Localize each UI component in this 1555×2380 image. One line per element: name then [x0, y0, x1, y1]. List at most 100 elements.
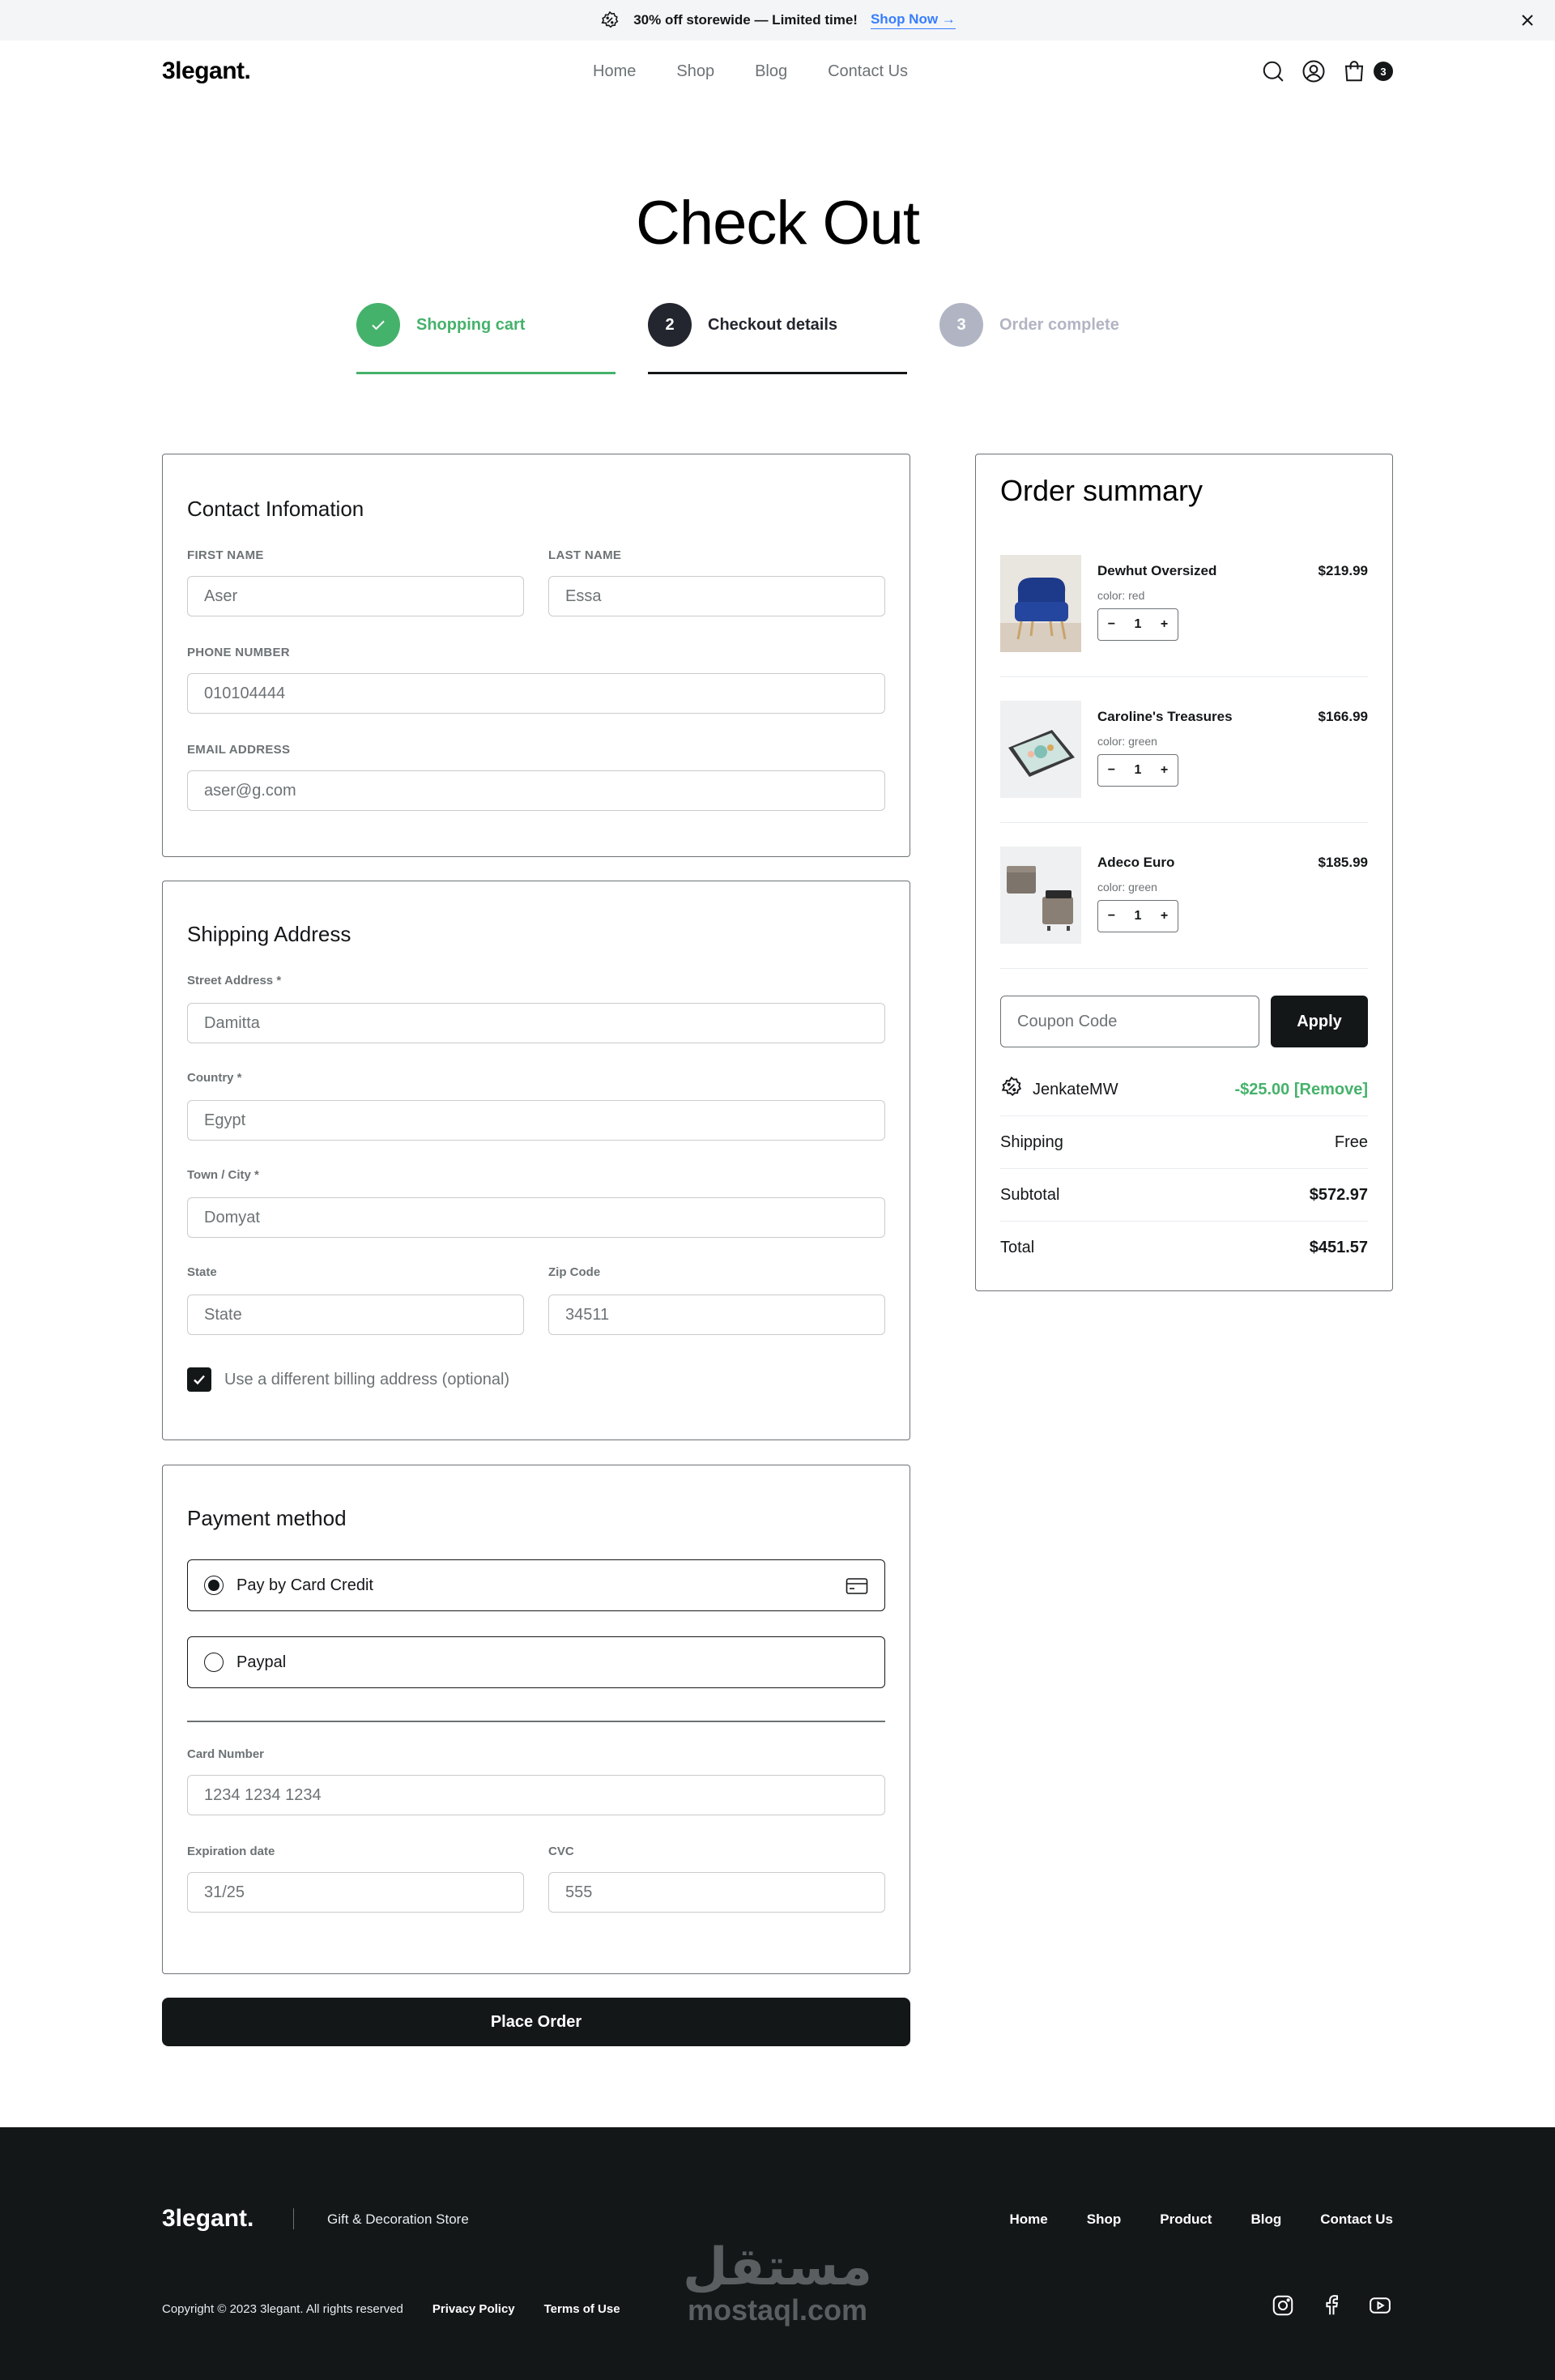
last-name-label: LAST NAME	[548, 548, 622, 562]
footer-link-contact[interactable]: Contact Us	[1320, 2212, 1393, 2228]
nav-links: Home Shop Blog Contact Us	[593, 62, 908, 81]
instagram-icon[interactable]	[1270, 2293, 1296, 2318]
cart-item: Dewhut Oversized color: red $219.99 − 1 …	[1000, 555, 1368, 652]
shipping-row: Shipping Free	[1000, 1116, 1368, 1168]
card-title: Shipping Address	[187, 922, 351, 946]
total-label: Total	[1000, 1238, 1035, 1256]
footer-logo[interactable]: 3legant.	[162, 2205, 253, 2233]
apply-coupon-button[interactable]: Apply	[1271, 996, 1368, 1047]
city-input[interactable]: Domyat	[187, 1197, 885, 1238]
discount-code: JenkateMW	[1033, 1080, 1118, 1098]
close-icon[interactable]	[1518, 11, 1537, 30]
nav-link-shop[interactable]: Shop	[676, 62, 714, 81]
zip-input[interactable]: 34511	[548, 1294, 885, 1335]
step-shopping-cart[interactable]: Shopping cart	[356, 303, 616, 374]
item-name: Caroline's Treasures	[1097, 709, 1233, 724]
cvc-label: CVC	[548, 1845, 574, 1858]
step-number: 2	[648, 303, 692, 347]
shipping-address-card: Shipping Address Street Address * Damitt…	[162, 881, 910, 1440]
footer-links: Home Shop Product Blog Contact Us	[1010, 2212, 1393, 2228]
footer-legal: Copyright © 2023 3legant. All rights res…	[162, 2302, 620, 2316]
card-number-label: Card Number	[187, 1747, 265, 1761]
search-icon[interactable]	[1260, 58, 1286, 84]
footer-tagline: Gift & Decoration Store	[327, 2212, 469, 2227]
payment-option-card[interactable]: Pay by Card Credit	[187, 1559, 885, 1611]
minus-button[interactable]: −	[1108, 763, 1115, 778]
radio-selected[interactable]	[204, 1576, 224, 1595]
privacy-policy-link[interactable]: Privacy Policy	[432, 2302, 515, 2316]
billing-checkbox[interactable]	[187, 1367, 211, 1392]
contact-information-card: Contact Infomation FIRST NAME Aser LAST …	[162, 454, 910, 857]
phone-label: PHONE NUMBER	[187, 646, 290, 659]
shipping-value: Free	[1334, 1132, 1368, 1151]
page-title: Check Out	[635, 189, 920, 258]
city-label: Town / City *	[187, 1168, 259, 1182]
street-input[interactable]: Damitta	[187, 1003, 885, 1043]
phone-input[interactable]: 010104444	[187, 673, 885, 714]
terms-of-use-link[interactable]: Terms of Use	[544, 2302, 620, 2316]
divider	[1000, 968, 1368, 969]
copyright-text: Copyright © 2023 3legant. All rights res…	[162, 2302, 403, 2316]
minus-button[interactable]: −	[1108, 909, 1115, 923]
nav-link-contact[interactable]: Contact Us	[828, 62, 908, 81]
social-links	[1270, 2293, 1393, 2318]
plus-button[interactable]: +	[1161, 763, 1168, 778]
email-input[interactable]: aser@g.com	[187, 770, 885, 811]
check-icon	[356, 303, 400, 347]
cvc-input[interactable]: 555	[548, 1872, 885, 1913]
footer-link-product[interactable]: Product	[1160, 2212, 1212, 2228]
expiry-label: Expiration date	[187, 1845, 275, 1858]
country-label: Country *	[187, 1071, 242, 1085]
step-label: Order complete	[999, 316, 1119, 334]
shipping-label: Shipping	[1000, 1132, 1063, 1151]
state-input[interactable]: State	[187, 1294, 524, 1335]
step-checkout-details[interactable]: 2 Checkout details	[648, 303, 907, 374]
email-label: EMAIL ADDRESS	[187, 743, 291, 757]
street-label: Street Address *	[187, 974, 282, 987]
first-name-input[interactable]: Aser	[187, 576, 524, 616]
divider	[187, 1721, 885, 1722]
product-image-ottoman	[1000, 847, 1081, 944]
plus-button[interactable]: +	[1161, 909, 1168, 923]
logo[interactable]: 3legant.	[162, 58, 251, 85]
nav-link-home[interactable]: Home	[593, 62, 636, 81]
minus-button[interactable]: −	[1108, 617, 1115, 632]
footer-link-home[interactable]: Home	[1010, 2212, 1048, 2228]
promo-bar: 30% off storewide — Limited time! Shop N…	[0, 0, 1555, 41]
cart-item: Adeco Euro color: green $185.99 − 1 +	[1000, 847, 1368, 944]
coupon-input[interactable]: Coupon Code	[1000, 996, 1259, 1047]
step-progress-line	[356, 372, 616, 374]
step-progress-line	[648, 372, 907, 374]
billing-checkbox-row[interactable]: Use a different billing address (optiona…	[187, 1367, 509, 1392]
item-color: color: green	[1097, 735, 1157, 748]
youtube-icon[interactable]	[1367, 2293, 1393, 2318]
payment-option-paypal[interactable]: Paypal	[187, 1636, 885, 1688]
last-name-input[interactable]: Essa	[548, 576, 885, 616]
item-color: color: red	[1097, 589, 1145, 602]
remove-discount-link[interactable]: -$25.00 [Remove]	[1234, 1081, 1368, 1099]
facebook-icon[interactable]	[1319, 2293, 1344, 2318]
subtotal-label: Subtotal	[1000, 1185, 1060, 1204]
country-input[interactable]: Egypt	[187, 1100, 885, 1141]
expiry-input[interactable]: 31/25	[187, 1872, 524, 1913]
step-order-complete[interactable]: 3 Order complete	[939, 303, 1199, 374]
nav-link-blog[interactable]: Blog	[755, 62, 787, 81]
shop-now-link[interactable]: Shop Now →	[870, 11, 956, 29]
step-label: Shopping cart	[416, 316, 526, 334]
cart-item: Caroline's Treasures color: green $166.9…	[1000, 701, 1368, 798]
footer-link-blog[interactable]: Blog	[1250, 2212, 1281, 2228]
place-order-button[interactable]: Place Order	[162, 1998, 910, 2046]
plus-button[interactable]: +	[1161, 617, 1168, 632]
radio-unselected[interactable]	[204, 1653, 224, 1672]
item-price: $185.99	[1318, 855, 1368, 870]
quantity-value: 1	[1134, 763, 1142, 777]
total-row: Total $451.57	[1000, 1222, 1368, 1273]
user-icon[interactable]	[1301, 58, 1327, 84]
card-number-input[interactable]: 1234 1234 1234	[187, 1775, 885, 1815]
footer-link-shop[interactable]: Shop	[1087, 2212, 1122, 2228]
quantity-value: 1	[1134, 909, 1142, 923]
card-title: Contact Infomation	[187, 497, 364, 521]
subtotal-row: Subtotal $572.97	[1000, 1169, 1368, 1221]
quantity-stepper: − 1 +	[1097, 900, 1178, 932]
shopping-bag-icon[interactable]	[1341, 58, 1367, 84]
